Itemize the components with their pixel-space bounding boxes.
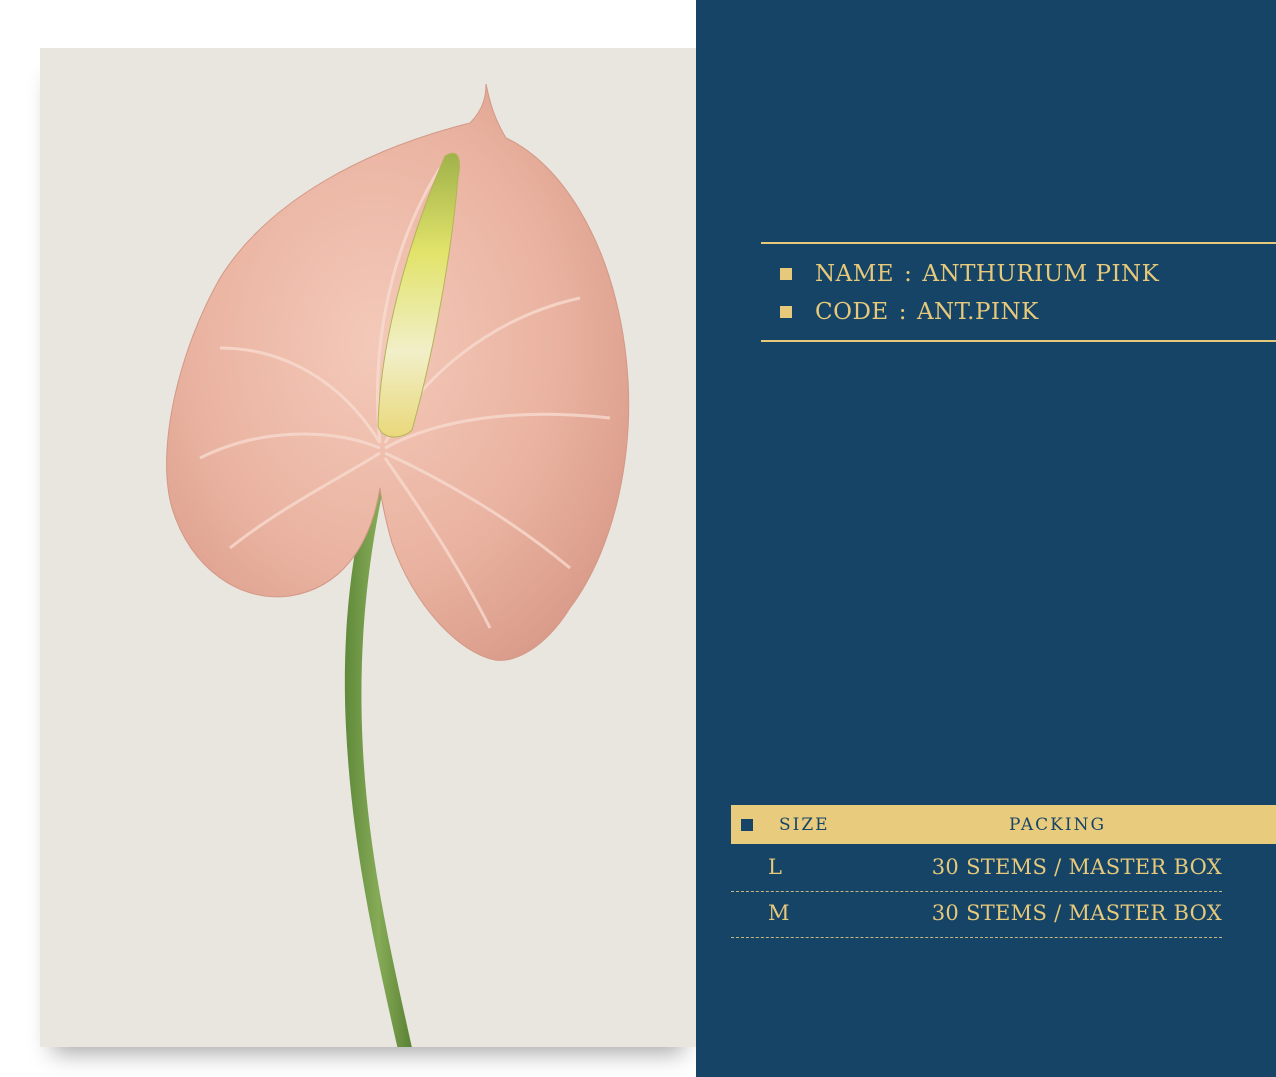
product-info-panel: NAME : ANTHURIUM PINK CODE : ANT.PINK SI… xyxy=(696,0,1276,1077)
product-name-label: NAME xyxy=(815,261,895,287)
product-name-row: NAME : ANTHURIUM PINK xyxy=(780,259,1159,289)
anthurium-flower-image xyxy=(166,83,630,1047)
table-row: L 30 STEMS / MASTER BOX xyxy=(731,846,1222,892)
packing-cell: 30 STEMS / MASTER BOX xyxy=(931,901,1222,925)
product-code-row: CODE : ANT.PINK xyxy=(780,297,1039,327)
square-bullet-icon xyxy=(741,818,753,831)
name-separator: : xyxy=(904,261,913,287)
product-code-value: ANT.PINK xyxy=(916,299,1039,325)
packing-table-header: SIZE PACKING xyxy=(731,805,1276,844)
table-row: M 30 STEMS / MASTER BOX xyxy=(731,892,1222,938)
packing-cell: 30 STEMS / MASTER BOX xyxy=(931,855,1222,879)
product-name-value: ANTHURIUM PINK xyxy=(922,261,1160,287)
square-bullet-icon xyxy=(780,306,792,318)
bottom-divider xyxy=(761,340,1276,342)
size-column-header: SIZE xyxy=(779,814,830,835)
square-bullet-icon xyxy=(780,268,792,280)
packing-column-header: PACKING xyxy=(1009,814,1107,835)
size-cell: L xyxy=(768,855,782,879)
top-divider xyxy=(761,242,1276,244)
code-separator: : xyxy=(898,299,907,325)
size-cell: M xyxy=(768,901,790,925)
product-photo xyxy=(40,48,696,1047)
product-code-label: CODE xyxy=(815,299,889,325)
